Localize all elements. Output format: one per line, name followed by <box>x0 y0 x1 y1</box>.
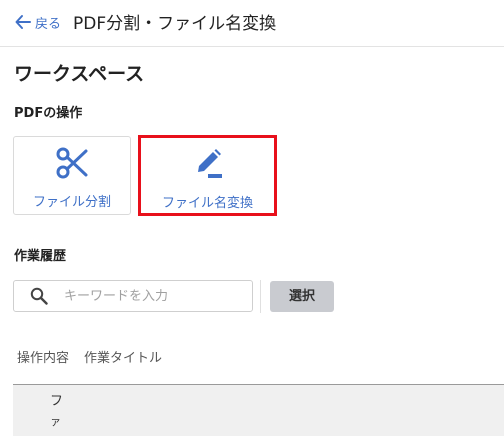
split-file-button[interactable]: ファイル分割 <box>13 136 131 215</box>
back-label: 戻る <box>35 16 62 32</box>
rename-file-label: ファイル名変換 <box>161 196 253 211</box>
search-input[interactable] <box>64 288 234 304</box>
workspace-title: ワークスペース <box>14 63 145 85</box>
select-button[interactable]: 選択 <box>270 281 334 312</box>
page: 戻る PDF分割・ファイル名変換 ワークスペース PDFの操作 ファイル分割 フ… <box>0 0 504 436</box>
scissors-icon <box>54 145 90 185</box>
divider <box>260 280 261 313</box>
pdf-operations-label: PDFの操作 <box>14 106 83 121</box>
row-cell-text: ァ <box>50 415 61 428</box>
arrow-left-icon <box>14 13 32 31</box>
split-file-label: ファイル分割 <box>32 195 111 210</box>
back-link[interactable]: 戻る <box>14 11 61 33</box>
header-bar: 戻る PDF分割・ファイル名変換 <box>0 0 504 47</box>
column-header-title[interactable]: 作業タイトル <box>84 347 162 366</box>
search-icon <box>30 287 48 305</box>
history-label: 作業履歴 <box>14 249 67 264</box>
row-cell-text: フ <box>50 394 64 409</box>
page-title: PDF分割・ファイル名変換 <box>73 14 277 34</box>
rename-file-button[interactable]: ファイル名変換 <box>138 135 277 216</box>
column-header-operation[interactable]: 操作内容 <box>17 347 69 366</box>
search-field[interactable] <box>13 280 253 312</box>
pencil-edit-icon <box>190 146 226 186</box>
table-row[interactable] <box>13 385 504 436</box>
